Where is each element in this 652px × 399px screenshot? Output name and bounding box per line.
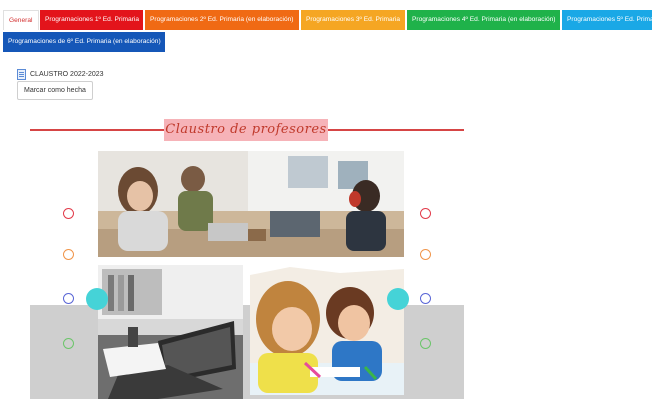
file-icon	[17, 69, 26, 80]
decor-ring-blue-left	[63, 293, 74, 304]
tab-programaciones-2[interactable]: Programaciones 2º Ed. Primaria (en elabo…	[145, 10, 299, 30]
resource-claustro[interactable]: CLAUSTRO 2022-2023	[17, 69, 104, 80]
banner-title: Claustro de profesores	[164, 119, 328, 141]
decor-ring-red-right	[420, 208, 431, 219]
decor-ring-red-left	[63, 208, 74, 219]
decor-ring-blue-right	[420, 293, 431, 304]
laptop-photo	[98, 265, 243, 399]
title-line-left	[30, 129, 166, 131]
decor-dot-right	[387, 288, 409, 310]
tab-programaciones-5[interactable]: Programaciones 5º Ed. Primaria	[562, 10, 652, 30]
decor-ring-orange-left	[63, 249, 74, 260]
mark-as-done-button[interactable]: Marcar como hecha	[17, 81, 93, 100]
tab-general[interactable]: General	[3, 10, 39, 30]
title-line-right	[326, 129, 464, 131]
tab-programaciones-4[interactable]: Programaciones 4º Ed. Primaria (en elabo…	[407, 10, 560, 30]
tab-programaciones-3[interactable]: Programaciones 3º Ed. Primaria	[301, 10, 405, 30]
children-photo	[250, 267, 404, 395]
claustro-banner: Claustro de profesores	[30, 119, 464, 399]
tab-programaciones-1[interactable]: Programaciones 1º Ed. Primaria	[40, 10, 143, 30]
decor-ring-green-left	[63, 338, 74, 349]
teachers-photo	[98, 151, 404, 257]
tab-programaciones-6[interactable]: Programaciones de 6º Ed. Primaria (en el…	[3, 32, 165, 52]
decor-ring-orange-right	[420, 249, 431, 260]
resource-name[interactable]: CLAUSTRO 2022-2023	[30, 71, 104, 78]
decor-ring-green-right	[420, 338, 431, 349]
decor-dot-left	[86, 288, 108, 310]
